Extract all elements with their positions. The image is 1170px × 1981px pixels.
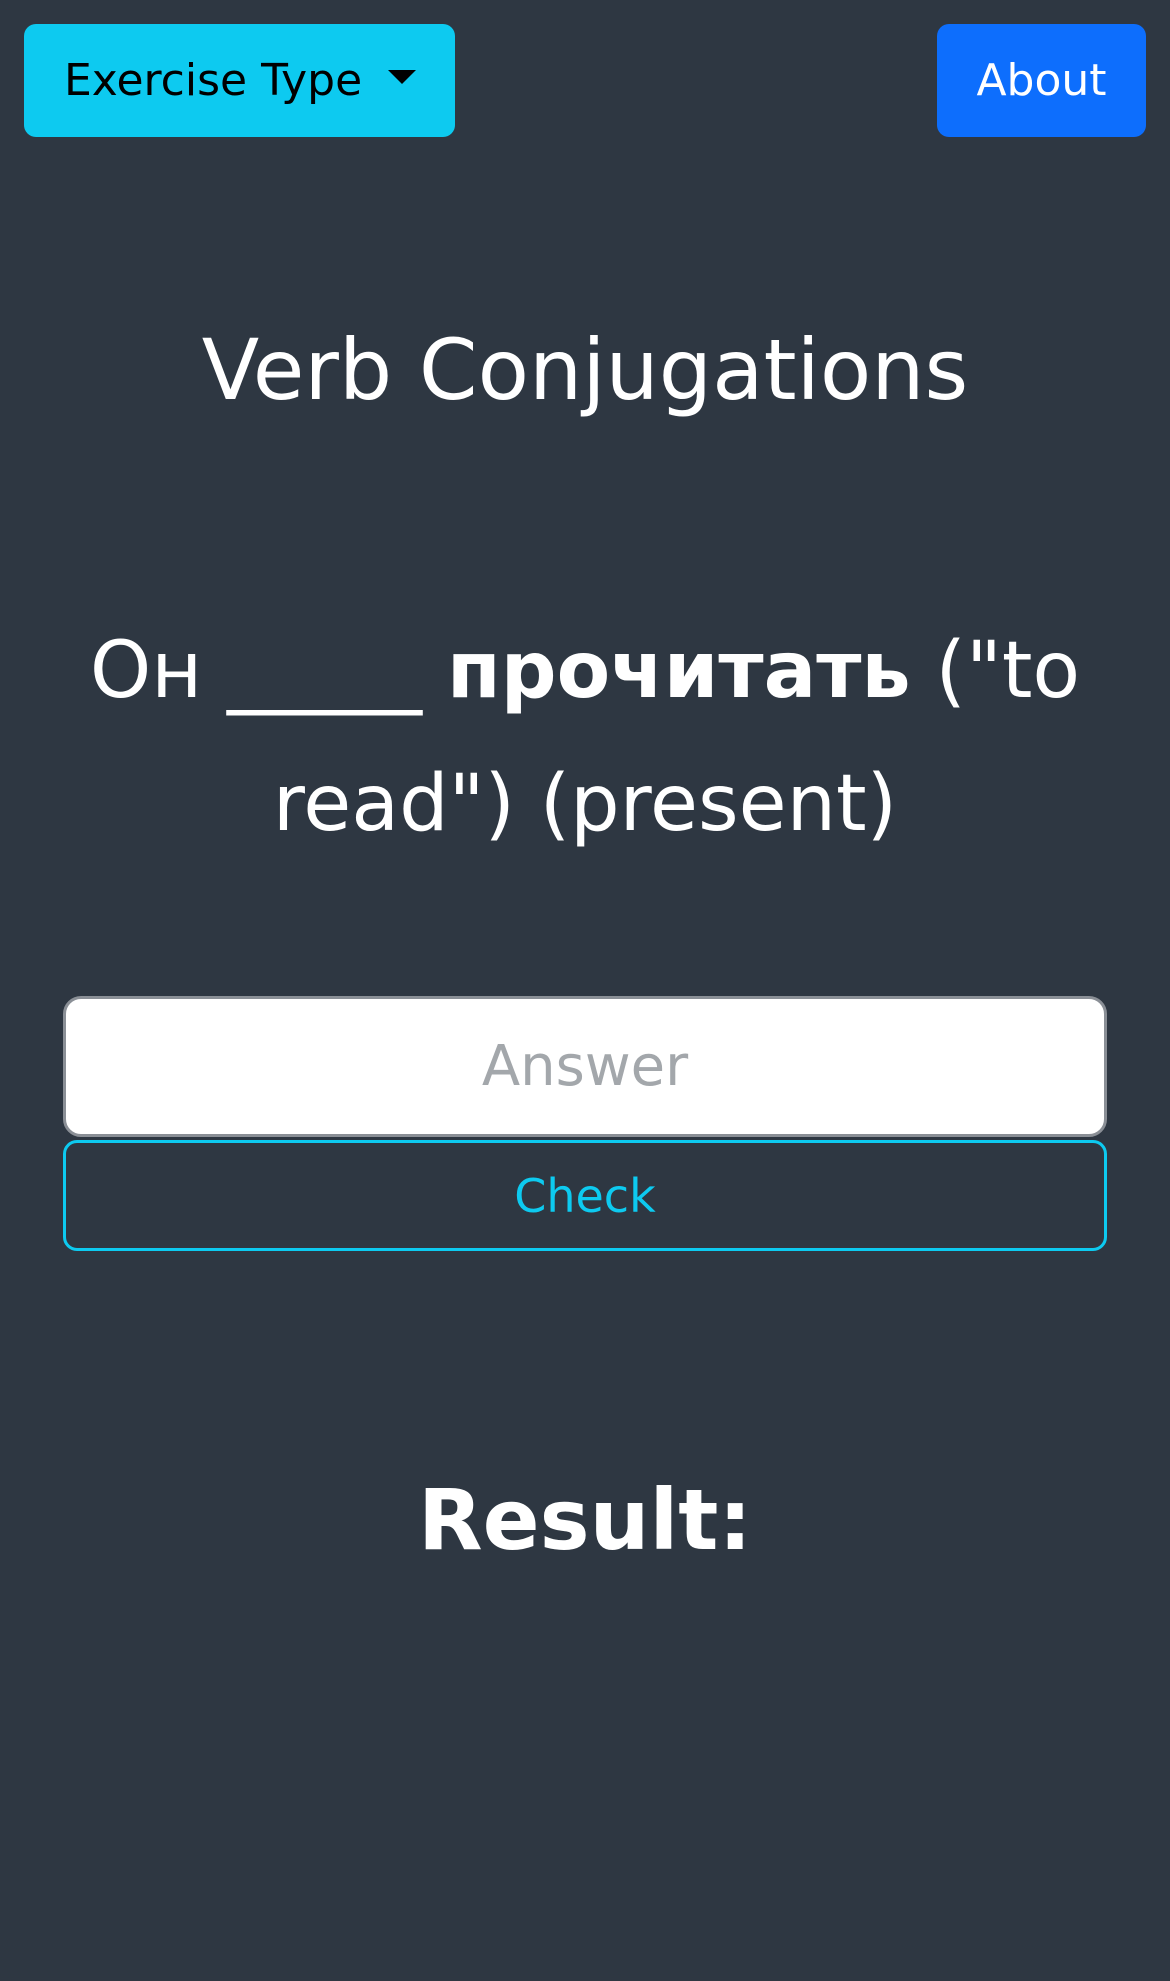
exercise-type-label: Exercise Type xyxy=(64,55,363,106)
check-button[interactable]: Check xyxy=(63,1140,1107,1251)
exercise-type-dropdown[interactable]: Exercise Type xyxy=(24,24,455,137)
caret-down-icon xyxy=(388,69,417,84)
exercise-prompt: Он _____ прочитать ("to read") (present) xyxy=(80,605,1090,871)
top-navbar: Exercise Type About xyxy=(24,24,1146,137)
prompt-blank: _____ xyxy=(227,626,423,716)
page-title: Verb Conjugations xyxy=(201,321,969,419)
prompt-tense: (present) xyxy=(539,759,898,849)
answer-input[interactable] xyxy=(63,996,1107,1137)
prompt-subject: Он xyxy=(89,626,203,716)
prompt-verb: прочитать xyxy=(446,626,911,716)
about-button[interactable]: About xyxy=(937,24,1146,137)
result-label: Result: xyxy=(418,1471,752,1569)
